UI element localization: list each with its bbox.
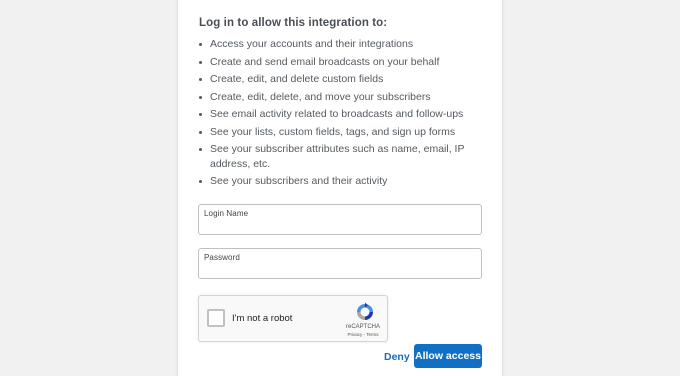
list-item: Create, edit, and delete custom fields [199,72,494,87]
list-item: See your subscriber attributes such as n… [199,142,494,171]
authorization-card: Log in to allow this integration to: Acc… [178,0,502,376]
list-item: Access your accounts and their integrati… [199,37,494,52]
login-name-field[interactable]: Login Name [198,204,482,235]
list-item: Create, edit, delete, and move your subs… [199,90,494,105]
password-field[interactable]: Password [198,248,482,279]
recaptcha-privacy-terms[interactable]: Privacy - Terms [341,332,385,337]
recaptcha-widget: I'm not a robot reCAPTCHA Privacy - Term… [198,295,388,342]
recaptcha-checkbox[interactable] [207,309,225,327]
login-name-input[interactable] [204,219,474,232]
login-name-label: Login Name [204,209,249,218]
recaptcha-brand: reCAPTCHA [345,324,380,330]
password-input[interactable] [204,263,474,276]
password-label: Password [204,253,240,262]
list-item: See your subscribers and their activity [199,174,494,189]
page-title: Log in to allow this integration to: [199,17,388,29]
list-item: See email activity related to broadcasts… [199,107,494,122]
recaptcha-label: I'm not a robot [232,313,293,324]
allow-access-button[interactable]: Allow access [414,344,482,368]
recaptcha-logo-icon [357,302,373,320]
list-item: Create and send email broadcasts on your… [199,55,494,70]
permissions-list: Access your accounts and their integrati… [199,37,494,192]
list-item: See your lists, custom fields, tags, and… [199,125,494,140]
deny-button[interactable]: Deny [384,351,410,363]
